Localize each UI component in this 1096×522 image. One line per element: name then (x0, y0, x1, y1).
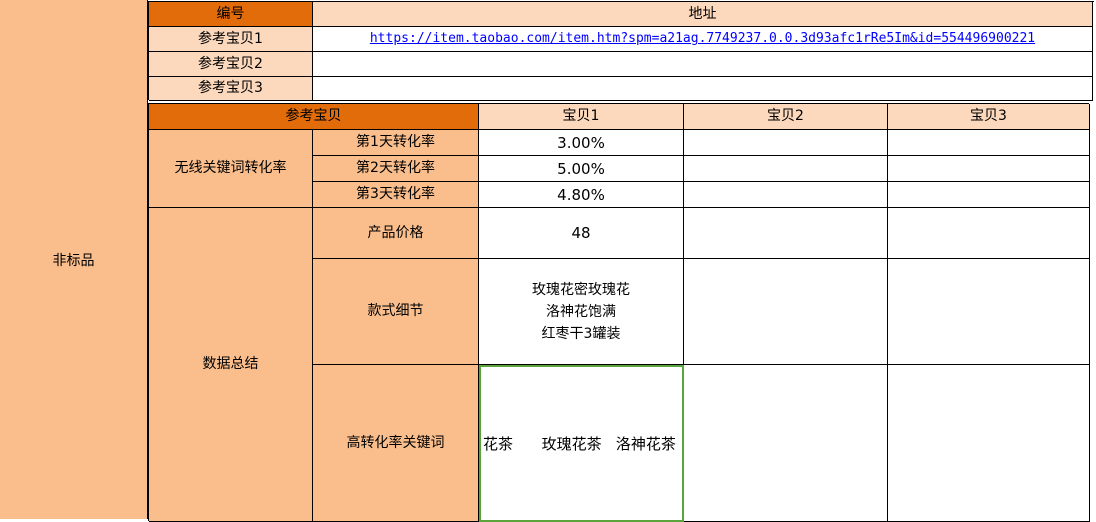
high-conversion-keywords-baobei1-cell[interactable]: 花茶 玫瑰花茶 洛神花茶 (479, 365, 684, 522)
header-baobei1-cell[interactable]: 宝贝1 (479, 104, 684, 130)
header-address-label: 地址 (689, 6, 717, 23)
day1-conversion-baobei1-cell[interactable]: 3.00% (479, 130, 684, 156)
style-details-baobei2-cell[interactable] (684, 259, 888, 365)
ref-item1-label: 参考宝贝1 (198, 31, 263, 48)
day2-conversion-baobei1-value: 5.00% (557, 160, 605, 178)
row-style-details-label: 款式细节 (368, 303, 424, 320)
header-baobei2-cell[interactable]: 宝贝2 (684, 104, 888, 130)
header-number-cell[interactable]: 编号 (149, 2, 313, 27)
category-label: 非标品 (53, 250, 95, 270)
row-day3-conversion-label-cell[interactable]: 第3天转化率 (313, 182, 479, 208)
style-details-baobei1-cell[interactable]: 玫瑰花密玫瑰花 洛神花饱满 红枣干3罐装 (479, 259, 684, 365)
high-conversion-keywords-baobei2-cell[interactable] (684, 365, 888, 522)
day1-conversion-baobei3-cell[interactable] (888, 130, 1090, 156)
ref-item2-label: 参考宝贝2 (198, 56, 263, 73)
header-address-cell[interactable]: 地址 (313, 2, 1093, 27)
row-product-price-label-cell[interactable]: 产品价格 (313, 208, 479, 259)
group-data-summary-label: 数据总结 (203, 356, 259, 373)
row-day2-conversion-label-cell[interactable]: 第2天转化率 (313, 156, 479, 182)
category-cell-nonstandard[interactable]: 非标品 (0, 0, 148, 519)
row-day1-conversion-label: 第1天转化率 (356, 134, 435, 151)
header-number-label: 编号 (217, 6, 245, 23)
analysis-table: 参考宝贝 宝贝1 宝贝2 宝贝3 无线关键词转化率 数据总结 第1天转化率 3.… (148, 103, 1089, 521)
product-price-baobei1-cell[interactable]: 48 (479, 208, 684, 259)
high-conversion-keywords-baobei3-cell[interactable] (888, 365, 1090, 522)
day3-conversion-baobei1-value: 4.80% (557, 186, 605, 204)
high-conversion-keywords-baobei1-value: 花茶 玫瑰花茶 洛神花茶 (483, 435, 676, 453)
header-refbaobei-label: 参考宝贝 (286, 108, 342, 125)
day3-conversion-baobei3-cell[interactable] (888, 182, 1090, 208)
row-day1-conversion-label-cell[interactable]: 第1天转化率 (313, 130, 479, 156)
ref-item2-label-cell[interactable]: 参考宝贝2 (149, 52, 313, 77)
style-details-baobei1-value: 玫瑰花密玫瑰花 洛神花饱满 红枣干3罐装 (532, 279, 630, 345)
row-product-price-label: 产品价格 (368, 225, 424, 242)
row-day3-conversion-label: 第3天转化率 (356, 186, 435, 203)
reference-url-table: 编号 地址 参考宝贝1 https://item.taobao.com/item… (148, 1, 1094, 100)
header-baobei1-label: 宝贝1 (563, 108, 600, 125)
ref-item3-label: 参考宝贝3 (198, 80, 263, 97)
group-data-summary-cell[interactable]: 数据总结 (149, 208, 313, 522)
day1-conversion-baobei1-value: 3.00% (557, 134, 605, 152)
group-wireless-conversion-label: 无线关键词转化率 (175, 160, 287, 177)
day3-conversion-baobei1-cell[interactable]: 4.80% (479, 182, 684, 208)
ref-item2-url-cell[interactable] (313, 52, 1093, 77)
taobao-item-link[interactable]: https://item.taobao.com/item.htm?spm=a21… (370, 31, 1035, 47)
day2-conversion-baobei2-cell[interactable] (684, 156, 888, 182)
style-details-baobei3-cell[interactable] (888, 259, 1090, 365)
row-day2-conversion-label: 第2天转化率 (356, 160, 435, 177)
day3-conversion-baobei2-cell[interactable] (684, 182, 888, 208)
product-price-baobei1-value: 48 (571, 224, 590, 242)
day1-conversion-baobei2-cell[interactable] (684, 130, 888, 156)
ref-item1-label-cell[interactable]: 参考宝贝1 (149, 27, 313, 52)
day2-conversion-baobei1-cell[interactable]: 5.00% (479, 156, 684, 182)
ref-item3-url-cell[interactable] (313, 77, 1093, 101)
row-style-details-label-cell[interactable]: 款式细节 (313, 259, 479, 365)
product-price-baobei2-cell[interactable] (684, 208, 888, 259)
row-high-conversion-keywords-label: 高转化率关键词 (347, 435, 445, 452)
ref-item1-url-cell[interactable]: https://item.taobao.com/item.htm?spm=a21… (313, 27, 1093, 52)
header-baobei2-label: 宝贝2 (767, 108, 804, 125)
row-high-conversion-keywords-label-cell[interactable]: 高转化率关键词 (313, 365, 479, 522)
header-baobei3-cell[interactable]: 宝贝3 (888, 104, 1090, 130)
group-wireless-conversion-cell[interactable]: 无线关键词转化率 (149, 130, 313, 208)
header-refbaobei-cell[interactable]: 参考宝贝 (149, 104, 479, 130)
product-price-baobei3-cell[interactable] (888, 208, 1090, 259)
ref-item3-label-cell[interactable]: 参考宝贝3 (149, 77, 313, 101)
day2-conversion-baobei3-cell[interactable] (888, 156, 1090, 182)
header-baobei3-label: 宝贝3 (970, 108, 1007, 125)
